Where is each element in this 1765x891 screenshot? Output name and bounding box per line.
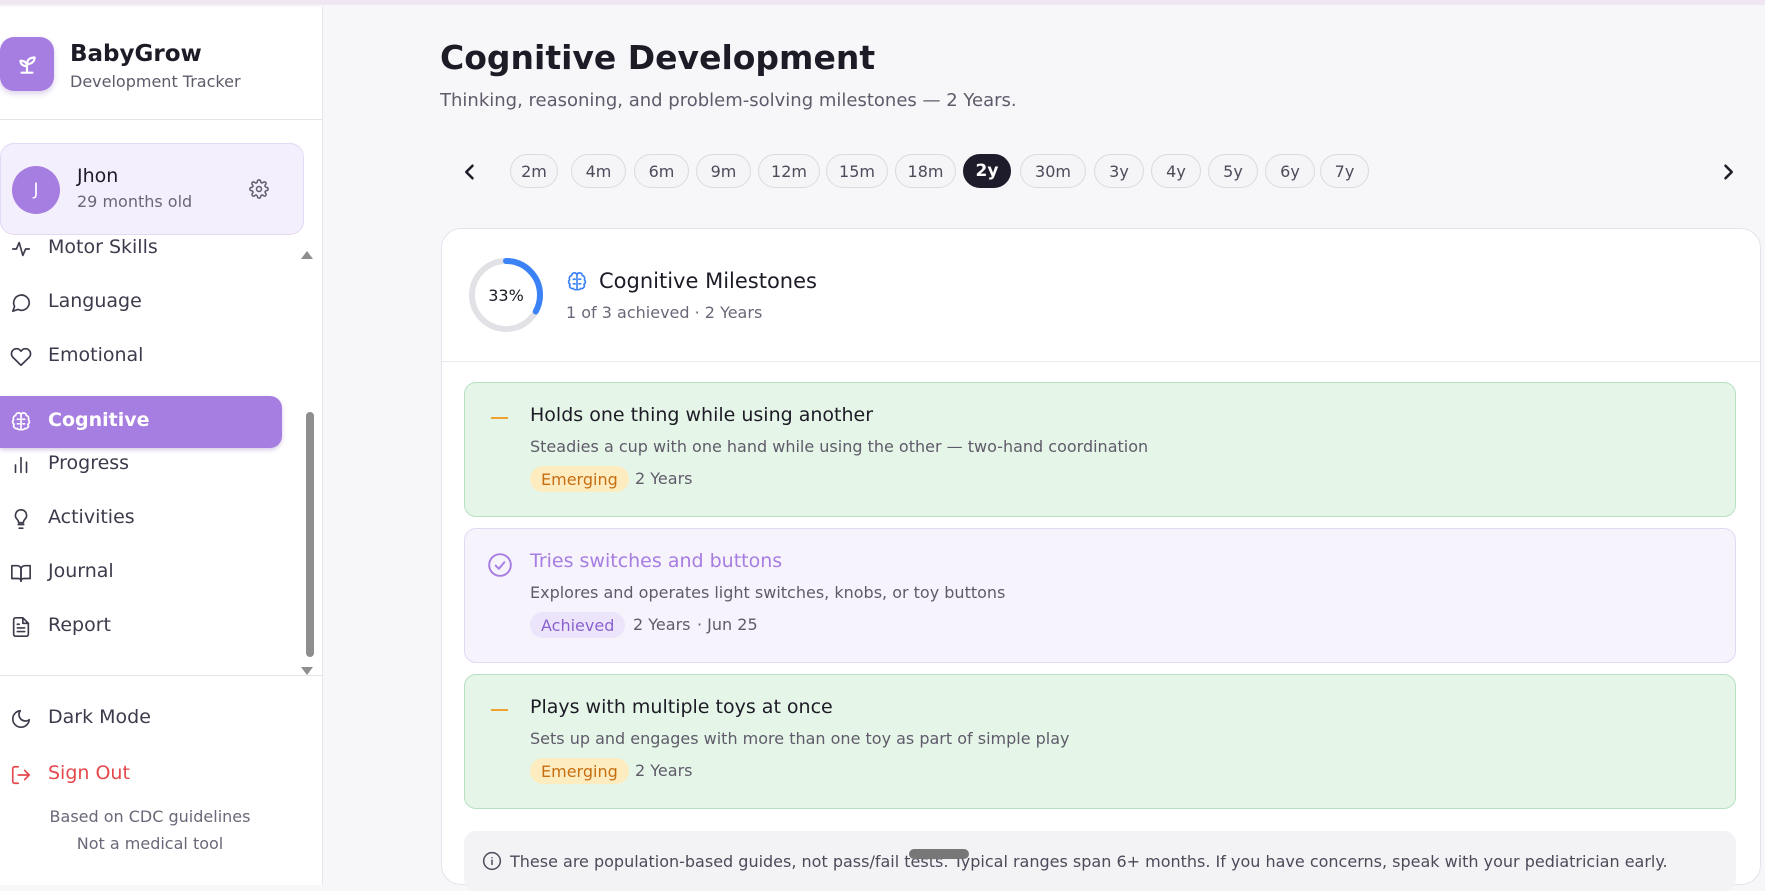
milestone-age: 2 Years bbox=[635, 761, 693, 780]
guidelines-note: Based on CDC guidelines bbox=[49, 807, 251, 826]
sidebar-item-label: Motor Skills bbox=[48, 236, 158, 258]
age-chip[interactable]: 6m bbox=[634, 154, 689, 188]
milestones-card: 33% Cognitive Milestones 1 of 3 achieved… bbox=[441, 228, 1761, 891]
milestone-item[interactable]: Holds one thing while using another Stea… bbox=[464, 382, 1736, 517]
sidebar-item-emotional[interactable]: Emotional bbox=[0, 331, 282, 383]
sidebar-item-label: Report bbox=[48, 614, 111, 636]
age-chip[interactable]: 12m bbox=[758, 154, 820, 188]
milestone-age: 2 Years bbox=[635, 469, 693, 488]
milestone-description: Steadies a cup with one hand while using… bbox=[530, 437, 1149, 456]
moon-icon bbox=[10, 708, 32, 730]
info-text: These are population-based guides, not p… bbox=[510, 852, 1668, 871]
sidebar-item-label: Emotional bbox=[48, 344, 144, 366]
info-note: These are population-based guides, not p… bbox=[464, 831, 1736, 891]
profile-card[interactable]: J Jhon 29 months old bbox=[0, 143, 304, 235]
card-title: Cognitive Milestones bbox=[599, 269, 817, 293]
sidebar-item-label: Progress bbox=[48, 452, 130, 474]
profile-name: Jhon bbox=[77, 165, 119, 187]
milestone-item[interactable]: Tries switches and buttons Explores and … bbox=[464, 528, 1736, 663]
age-selector: 2m 4m 6m 9m 12m 15m 18m 2y 30m 3y 4y 5y … bbox=[440, 153, 1740, 191]
divider bbox=[0, 119, 322, 120]
sidebar-item-label: Activities bbox=[48, 506, 135, 528]
milestone-date: · Jun 25 bbox=[697, 615, 758, 634]
status-badge: Emerging bbox=[530, 758, 629, 784]
age-chip[interactable]: 6y bbox=[1265, 154, 1315, 188]
milestone-age: 2 Years bbox=[633, 615, 691, 634]
age-chip[interactable]: 3y bbox=[1094, 154, 1144, 188]
age-chip[interactable]: 30m bbox=[1020, 154, 1086, 188]
age-chip-selected[interactable]: 2y bbox=[963, 154, 1011, 188]
book-icon bbox=[10, 562, 32, 584]
sidebar-item-motor-skills[interactable]: Motor Skills bbox=[0, 233, 282, 275]
milestone-description: Sets up and engages with more than one t… bbox=[530, 729, 1070, 748]
age-chip[interactable]: 18m bbox=[895, 154, 956, 188]
milestone-item[interactable]: Plays with multiple toys at once Sets up… bbox=[464, 674, 1736, 809]
avatar: J bbox=[12, 166, 60, 214]
lightbulb-icon bbox=[10, 508, 32, 530]
age-chip[interactable]: 4y bbox=[1151, 154, 1201, 188]
sidebar-item-label: Cognitive bbox=[48, 409, 150, 431]
scrollbar-thumb[interactable] bbox=[306, 412, 314, 657]
document-icon bbox=[10, 616, 32, 638]
chevron-right-icon[interactable] bbox=[1713, 157, 1743, 187]
page-subtitle: Thinking, reasoning, and problem-solving… bbox=[440, 90, 1017, 111]
gear-icon[interactable] bbox=[249, 179, 271, 201]
status-badge: Achieved bbox=[530, 612, 626, 638]
sidebar-nav: Motor Skills Language Emotional Cognitiv… bbox=[0, 233, 290, 677]
bar-chart-icon bbox=[10, 454, 32, 476]
dark-mode-toggle[interactable]: Dark Mode bbox=[0, 698, 300, 738]
sign-out-label: Sign Out bbox=[48, 762, 130, 784]
milestone-description: Explores and operates light switches, kn… bbox=[530, 583, 1006, 602]
progress-percent: 33% bbox=[488, 285, 524, 305]
sidebar-item-journal[interactable]: Journal bbox=[0, 547, 282, 599]
sprout-logo-icon bbox=[0, 37, 54, 91]
sidebar-item-language[interactable]: Language bbox=[0, 277, 282, 329]
sign-out-button[interactable]: Sign Out bbox=[0, 754, 300, 794]
sidebar-item-label: Language bbox=[48, 290, 142, 312]
dark-mode-label: Dark Mode bbox=[48, 706, 151, 728]
sidebar-item-report[interactable]: Report bbox=[0, 601, 282, 653]
status-badge: Emerging bbox=[530, 466, 629, 492]
age-chip[interactable]: 2m bbox=[510, 154, 558, 188]
check-circle-icon[interactable] bbox=[487, 552, 512, 577]
emerging-dash-icon bbox=[491, 417, 508, 419]
age-chip[interactable]: 7y bbox=[1320, 154, 1369, 188]
sidebar-item-label: Journal bbox=[48, 560, 114, 582]
chat-bubble-icon bbox=[10, 292, 32, 314]
divider bbox=[0, 675, 322, 676]
profile-age: 29 months old bbox=[77, 192, 193, 211]
brain-icon bbox=[10, 411, 32, 433]
brain-icon bbox=[566, 271, 588, 293]
age-chip[interactable]: 9m bbox=[696, 154, 751, 188]
sidebar-scrollbar[interactable] bbox=[300, 247, 314, 679]
card-subtitle: 1 of 3 achieved · 2 Years bbox=[566, 303, 763, 322]
horizontal-scroll-handle[interactable] bbox=[909, 849, 969, 859]
milestones-summary: 33% Cognitive Milestones 1 of 3 achieved… bbox=[442, 229, 1760, 362]
info-icon bbox=[482, 851, 502, 871]
brand-subtitle: Development Tracker bbox=[70, 72, 241, 91]
activity-icon bbox=[10, 238, 32, 260]
sidebar-item-progress[interactable]: Progress bbox=[0, 439, 282, 491]
top-border bbox=[0, 0, 1765, 5]
sidebar: BabyGrow Development Tracker J Jhon 29 m… bbox=[0, 7, 323, 885]
milestone-title: Holds one thing while using another bbox=[530, 404, 874, 426]
age-chip[interactable]: 5y bbox=[1208, 154, 1258, 188]
emerging-dash-icon bbox=[491, 709, 508, 711]
brand: BabyGrow Development Tracker bbox=[0, 37, 322, 97]
age-chip[interactable]: 15m bbox=[826, 154, 888, 188]
age-chip[interactable]: 4m bbox=[571, 154, 626, 188]
milestone-title: Tries switches and buttons bbox=[530, 550, 783, 572]
brand-name: BabyGrow bbox=[70, 41, 202, 67]
chevron-left-icon[interactable] bbox=[455, 157, 485, 187]
heart-icon bbox=[10, 346, 32, 368]
logout-icon bbox=[10, 764, 32, 786]
page-title: Cognitive Development bbox=[440, 38, 876, 77]
milestone-title: Plays with multiple toys at once bbox=[530, 696, 833, 718]
medical-disclaimer: Not a medical tool bbox=[76, 834, 224, 853]
sidebar-item-activities[interactable]: Activities bbox=[0, 493, 282, 545]
